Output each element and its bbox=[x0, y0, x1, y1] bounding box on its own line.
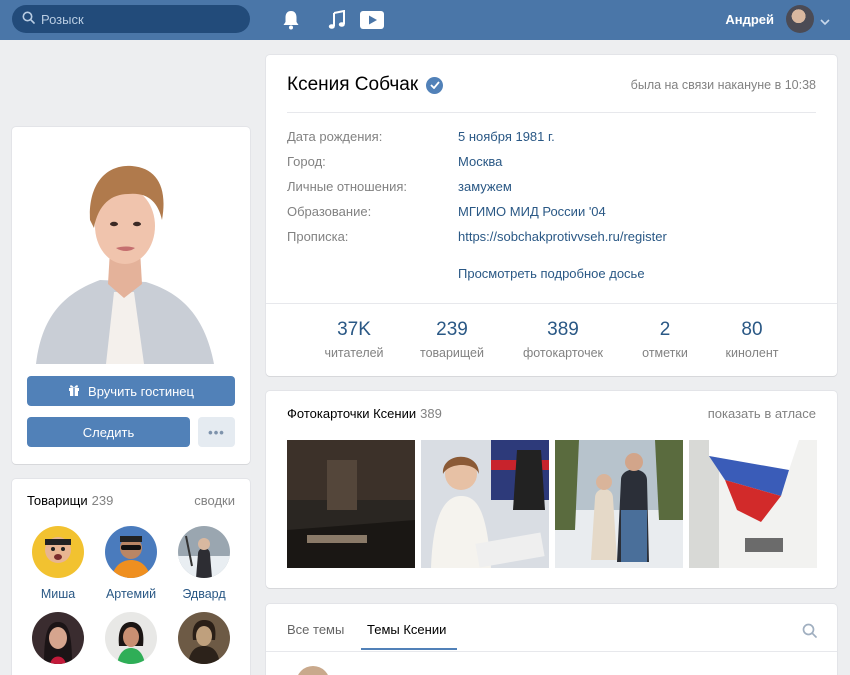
user-avatar[interactable] bbox=[786, 5, 814, 33]
wall-card: Все темы Темы Ксении bbox=[266, 604, 837, 675]
show-full-info-link[interactable]: Просмотреть подробное досье bbox=[458, 266, 645, 281]
send-gift-button[interactable]: Вручить гостинец bbox=[27, 376, 235, 406]
friend-item[interactable]: Эдвард bbox=[169, 526, 239, 601]
profile-info-card: Ксения Собчак была на связи накануне в 1… bbox=[266, 55, 837, 376]
stat-photos[interactable]: 389 фотокарточек bbox=[513, 319, 613, 360]
friends-title: Товарищи bbox=[27, 493, 88, 508]
stat-videos[interactable]: 80 кинолент bbox=[702, 319, 802, 360]
stat-label: товарищей bbox=[419, 346, 484, 360]
tabs-divider bbox=[266, 651, 837, 652]
info-value-link[interactable]: замужем bbox=[458, 179, 512, 194]
info-label: Прописка: bbox=[287, 229, 349, 244]
bell-icon[interactable] bbox=[279, 8, 303, 32]
info-value-link[interactable]: 5 ноября 1981 г. bbox=[458, 129, 555, 144]
stat-label: читателей bbox=[324, 346, 384, 360]
photo-thumbnail[interactable] bbox=[689, 440, 817, 568]
search-icon bbox=[22, 11, 35, 27]
profile-name: Ксения Собчак bbox=[287, 74, 444, 96]
info-label: Образование: bbox=[287, 204, 372, 219]
verified-icon[interactable] bbox=[426, 76, 444, 94]
stat-number: 80 bbox=[741, 319, 763, 340]
search-icon[interactable] bbox=[802, 623, 817, 641]
follow-button[interactable]: Следить bbox=[27, 417, 190, 447]
profile-photo[interactable] bbox=[28, 142, 234, 364]
top-bar: Андрей bbox=[0, 0, 850, 40]
friend-name: Артемий bbox=[105, 587, 157, 601]
stat-number: 37K bbox=[337, 319, 371, 340]
friend-avatar[interactable] bbox=[178, 612, 230, 664]
photo-thumbnail[interactable] bbox=[421, 440, 549, 568]
friend-name: Миша bbox=[40, 587, 76, 601]
photos-card: Фотокарточки Ксении 389 показать в атласе bbox=[266, 391, 837, 588]
friend-avatar[interactable] bbox=[178, 526, 230, 578]
gift-icon bbox=[68, 384, 80, 399]
friends-header[interactable]: Товарищи 239 bbox=[27, 493, 113, 508]
post-author-avatar[interactable] bbox=[296, 666, 330, 675]
info-value-link[interactable]: Москва bbox=[458, 154, 502, 169]
search-box[interactable] bbox=[12, 5, 250, 33]
stat-number: 239 bbox=[436, 319, 468, 340]
profile-photo-card: Вручить гостинец Следить ••• bbox=[12, 127, 250, 464]
friend-avatar[interactable] bbox=[105, 612, 157, 664]
photos-title: Фотокарточки Ксении bbox=[287, 406, 417, 421]
photo-thumbnail[interactable] bbox=[287, 440, 415, 568]
photos-count: 389 bbox=[420, 406, 442, 421]
stats-divider bbox=[266, 303, 837, 304]
stat-tags[interactable]: 2 отметки bbox=[615, 319, 715, 360]
info-label: Личные отношения: bbox=[287, 179, 407, 194]
send-gift-label: Вручить гостинец bbox=[88, 383, 194, 399]
friends-card: Товарищи 239 сводки Миша Артемий Эдвард bbox=[12, 479, 250, 675]
friend-item[interactable] bbox=[23, 612, 93, 673]
more-actions-button[interactable]: ••• bbox=[198, 417, 235, 447]
friend-avatar[interactable] bbox=[32, 612, 84, 664]
music-icon[interactable] bbox=[325, 8, 349, 32]
info-label: Дата рождения: bbox=[287, 129, 383, 144]
photo-thumbnail[interactable] bbox=[555, 440, 683, 568]
friend-avatar[interactable] bbox=[105, 526, 157, 578]
friend-item[interactable]: Миша bbox=[23, 526, 93, 601]
info-label: Город: bbox=[287, 154, 326, 169]
friend-item[interactable] bbox=[169, 612, 239, 673]
photos-header[interactable]: Фотокарточки Ксении 389 bbox=[287, 406, 442, 421]
chevron-down-icon[interactable] bbox=[820, 14, 830, 29]
friend-avatar[interactable] bbox=[32, 526, 84, 578]
info-value-link[interactable]: https://sobchakprotivvseh.ru/register bbox=[458, 229, 667, 244]
video-icon[interactable] bbox=[360, 8, 384, 32]
user-name[interactable]: Андрей bbox=[725, 12, 774, 27]
stat-friends[interactable]: 239 товарищей bbox=[402, 319, 502, 360]
stat-followers[interactable]: 37K читателей bbox=[304, 319, 404, 360]
header-divider bbox=[287, 112, 816, 113]
profile-name-text: Ксения Собчак bbox=[287, 74, 419, 95]
tab-all-posts[interactable]: Все темы bbox=[287, 622, 344, 637]
active-tab-indicator bbox=[361, 648, 457, 650]
stat-label: отметки bbox=[642, 346, 688, 360]
friend-item[interactable]: Артемий bbox=[96, 526, 166, 601]
friend-name: Эдвард bbox=[182, 587, 226, 601]
friends-updates-link[interactable]: сводки bbox=[194, 493, 235, 508]
friends-count: 239 bbox=[91, 493, 114, 508]
stat-number: 2 bbox=[659, 319, 671, 340]
stat-number: 389 bbox=[547, 319, 579, 340]
friend-item[interactable] bbox=[96, 612, 166, 673]
search-input[interactable] bbox=[41, 11, 231, 27]
info-value-link[interactable]: МГИМО МИД России '04 bbox=[458, 204, 606, 219]
last-seen-status: была на связи накануне в 10:38 bbox=[630, 78, 816, 92]
stat-label: кинолент bbox=[725, 346, 779, 360]
show-all-photos-link[interactable]: показать в атласе bbox=[708, 406, 816, 421]
stat-label: фотокарточек bbox=[522, 346, 604, 360]
tab-own-posts[interactable]: Темы Ксении bbox=[367, 622, 446, 637]
